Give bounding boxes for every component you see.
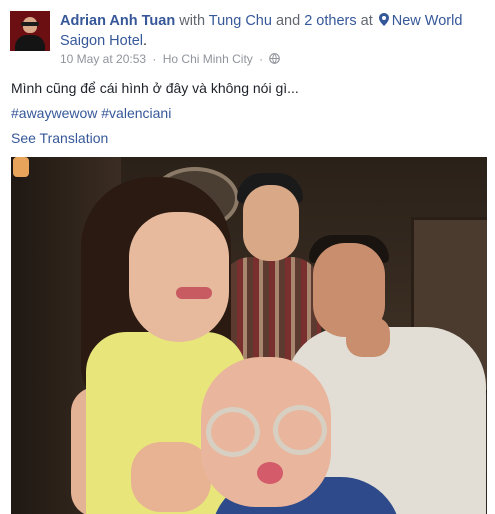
author-avatar[interactable] xyxy=(10,11,50,51)
person-back-face xyxy=(243,185,299,261)
map-pin-icon xyxy=(378,13,389,26)
see-translation-link[interactable]: See Translation xyxy=(11,129,108,148)
meta-separator-2: · xyxy=(259,52,264,66)
post-timestamp[interactable]: 10 May at 20:53 xyxy=(60,52,146,66)
person-right-hand xyxy=(346,317,390,357)
tagged-friend-link[interactable]: Tung Chu xyxy=(209,13,272,29)
globe-icon[interactable] xyxy=(269,53,281,64)
meta-separator: · xyxy=(152,52,157,66)
at-word: at xyxy=(360,13,373,29)
post-body-text: Mình cũng để cái hình ở đây và không nói… xyxy=(11,80,299,96)
photo-lamp xyxy=(13,157,29,177)
person-front-glasses-left xyxy=(206,407,260,457)
hashtag-link[interactable]: #awaywewow xyxy=(11,105,97,121)
location-link-part2[interactable]: Saigon Hotel xyxy=(60,33,143,49)
others-link[interactable]: 2 others xyxy=(304,13,356,29)
person-front-hand xyxy=(131,442,211,512)
author-name-link[interactable]: Adrian Anh Tuan xyxy=(60,13,175,29)
with-word: with xyxy=(179,13,206,29)
person-left-lips xyxy=(176,287,212,299)
header-period: . xyxy=(143,33,148,49)
and-word: and xyxy=(275,13,301,29)
avatar-glasses xyxy=(21,22,39,26)
hashtag-link[interactable]: #valenciani xyxy=(101,105,171,121)
post-header: Adrian Anh Tuan with Tung Chu and 2 othe… xyxy=(0,0,495,70)
post-meta: 10 May at 20:53 · Ho Chi Minh City · xyxy=(60,52,281,66)
person-front-lips xyxy=(257,462,283,484)
hashtag-list: #awaywewow #valenciani xyxy=(11,104,171,123)
author-line: Adrian Anh Tuan with Tung Chu and 2 othe… xyxy=(60,11,490,51)
person-left-face xyxy=(129,212,229,342)
location-link-part1[interactable]: New World xyxy=(392,13,463,29)
avatar-shirt xyxy=(15,35,45,51)
post-photo[interactable] xyxy=(11,157,487,514)
post-city[interactable]: Ho Chi Minh City xyxy=(163,52,253,66)
person-front-glasses-right xyxy=(273,405,327,455)
